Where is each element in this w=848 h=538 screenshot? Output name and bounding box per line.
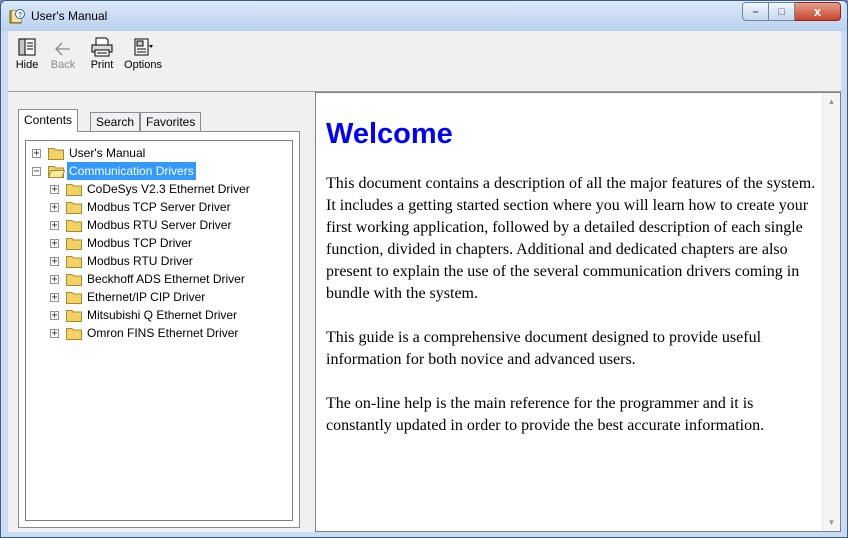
svg-text:?: ? [18, 12, 22, 19]
expand-icon[interactable]: + [32, 149, 41, 159]
page-title: Welcome [326, 118, 453, 150]
back-button[interactable]: Back [46, 35, 80, 85]
window-title: User's Manual [31, 9, 108, 23]
tree-item[interactable]: + Modbus RTU Driver [26, 252, 292, 270]
tree-item[interactable]: + Beckhoff ADS Ethernet Driver [26, 270, 292, 288]
tree-item-label[interactable]: Ethernet/IP CIP Driver [85, 288, 207, 306]
client-area: Contents Search Favorites + User's Manual… [8, 92, 841, 532]
minimize-icon: – [752, 5, 759, 18]
minimize-button[interactable]: – [742, 2, 769, 21]
title-bar[interactable]: ? User's Manual – □ x [1, 1, 847, 31]
collapse-icon[interactable]: − [32, 167, 41, 177]
expand-icon[interactable]: + [50, 275, 59, 285]
back-arrow-icon [46, 35, 80, 57]
hide-label: Hide [15, 59, 39, 71]
tree-item-label[interactable]: Beckhoff ADS Ethernet Driver [85, 270, 247, 288]
tree-item-label[interactable]: Modbus RTU Server Driver [85, 216, 233, 234]
tree-item[interactable]: − Communication Drivers [26, 162, 292, 180]
tree-item-label[interactable]: User's Manual [67, 144, 147, 162]
vertical-scrollbar[interactable]: ▲ ▼ [822, 93, 840, 531]
intro-paragraph: This document contains a description of … [326, 175, 816, 302]
tree-item[interactable]: + User's Manual [26, 144, 292, 162]
expand-icon[interactable]: + [50, 221, 59, 231]
tree-item[interactable]: + Mitsubishi Q Ethernet Driver [26, 306, 292, 324]
scroll-up-icon[interactable]: ▲ [823, 93, 840, 110]
tree-item[interactable]: + CoDeSys V2.3 Ethernet Driver [26, 180, 292, 198]
tree-item-label[interactable]: Mitsubishi Q Ethernet Driver [85, 306, 239, 324]
tree-item-label[interactable]: Omron FINS Ethernet Driver [85, 324, 240, 342]
folder-icon [66, 202, 82, 214]
expand-icon[interactable]: + [50, 257, 59, 267]
window-controls: – □ x [742, 2, 841, 21]
print-button[interactable]: Print [86, 35, 118, 85]
options-button[interactable]: Options [122, 35, 164, 85]
pane-splitter[interactable] [308, 92, 315, 532]
folder-open-icon [48, 166, 65, 178]
tab-search[interactable]: Search [90, 112, 141, 131]
folder-icon [66, 274, 82, 286]
maximize-icon: □ [778, 5, 785, 18]
contents-tree[interactable]: + User's Manual − Communication Drivers + CoD… [25, 140, 293, 521]
tree-item[interactable]: + Omron FINS Ethernet Driver [26, 324, 292, 342]
expand-icon[interactable]: + [50, 311, 59, 321]
guide-paragraph: This guide is a comprehensive document d… [326, 329, 762, 368]
maximize-button[interactable]: □ [769, 2, 795, 21]
folder-icon [48, 148, 64, 160]
tree-item-label[interactable]: Modbus RTU Driver [85, 252, 195, 270]
tab-favorites-label: Favorites [146, 115, 196, 129]
topic-document: Welcome This document contains a descrip… [326, 115, 818, 459]
help-window: ? User's Manual – □ x Hide Back Print Op… [0, 0, 848, 538]
tab-contents[interactable]: Contents [18, 109, 79, 132]
tree-item-label[interactable]: Communication Drivers [67, 162, 196, 180]
printer-icon [86, 35, 118, 57]
tree-item[interactable]: + Modbus TCP Server Driver [26, 198, 292, 216]
folder-icon [66, 184, 82, 196]
toolbar: Hide Back Print Options [8, 31, 841, 92]
back-label: Back [50, 59, 76, 71]
tab-favorites[interactable]: Favorites [140, 112, 202, 131]
online-help-paragraph: The on-line help is the main reference f… [326, 395, 765, 434]
tree-item-label[interactable]: CoDeSys V2.3 Ethernet Driver [85, 180, 252, 198]
folder-icon [66, 328, 82, 340]
close-button[interactable]: x [795, 2, 841, 21]
hide-button[interactable]: Hide [12, 35, 42, 85]
folder-icon [66, 292, 82, 304]
topic-pane: Welcome This document contains a descrip… [315, 92, 841, 532]
tree-item[interactable]: + Modbus TCP Driver [26, 234, 292, 252]
tree-item[interactable]: + Modbus RTU Server Driver [26, 216, 292, 234]
folder-icon [66, 256, 82, 268]
tree-item[interactable]: + Ethernet/IP CIP Driver [26, 288, 292, 306]
options-label: Options [124, 59, 162, 71]
contents-panel: + User's Manual − Communication Drivers + CoD… [18, 131, 300, 528]
tree-item-label[interactable]: Modbus TCP Driver [85, 234, 194, 252]
print-label: Print [90, 59, 114, 71]
expand-icon[interactable]: + [50, 239, 59, 249]
tab-search-label: Search [96, 115, 135, 129]
tab-contents-label: Contents [24, 113, 73, 127]
expand-icon[interactable]: + [50, 203, 59, 213]
navigation-pane: Contents Search Favorites + User's Manual… [8, 92, 309, 532]
close-icon: x [813, 4, 822, 19]
expand-icon[interactable]: + [50, 185, 59, 195]
folder-icon [66, 238, 82, 250]
options-icon [122, 35, 164, 57]
hide-icon [12, 35, 42, 57]
scroll-down-icon[interactable]: ▼ [823, 514, 840, 531]
expand-icon[interactable]: + [50, 293, 59, 303]
help-book-icon: ? [9, 9, 25, 24]
folder-icon [66, 310, 82, 322]
folder-icon [66, 220, 82, 232]
expand-icon[interactable]: + [50, 329, 59, 339]
tree-item-label[interactable]: Modbus TCP Server Driver [85, 198, 233, 216]
